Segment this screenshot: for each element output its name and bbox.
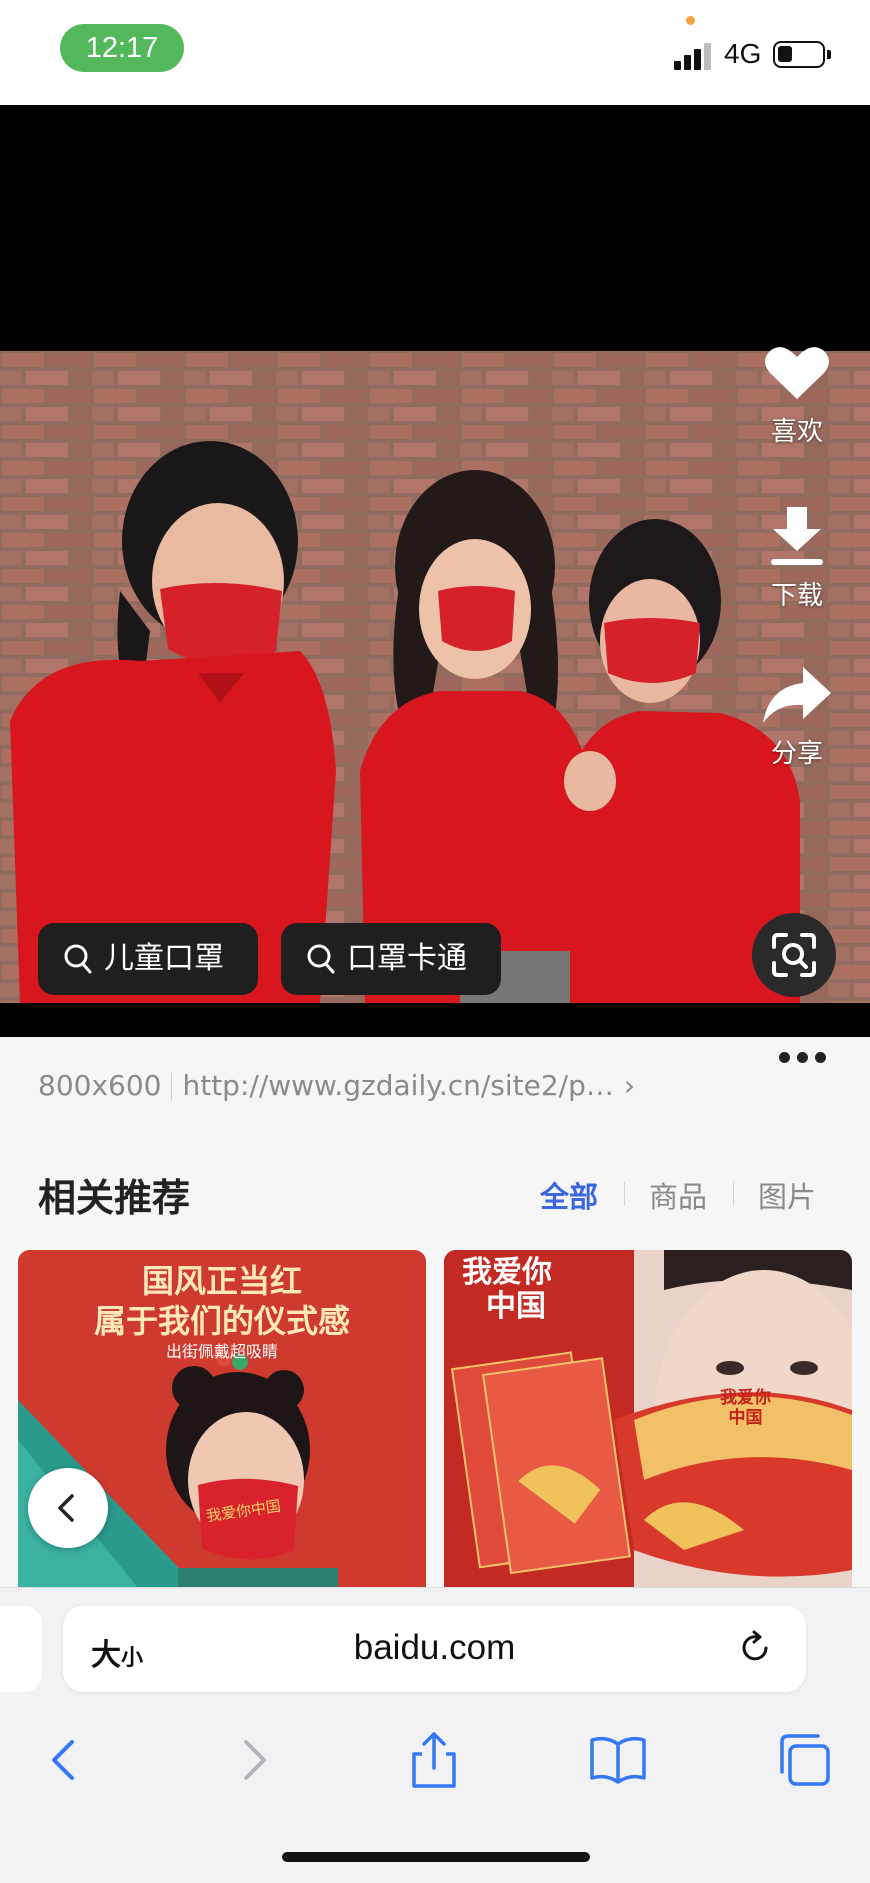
address-bar[interactable]: 大小 baidu.com (63, 1606, 806, 1692)
share-sheet-button[interactable] (402, 1728, 466, 1792)
tabs-button[interactable] (772, 1728, 836, 1792)
chevron-right-icon: › (623, 1069, 636, 1102)
privacy-indicator-dot (686, 16, 695, 25)
main-photo[interactable] (0, 351, 870, 1003)
status-time: 12:17 (60, 24, 184, 72)
share-button[interactable]: 分享 (757, 665, 837, 770)
image-dimensions: 800x600 (38, 1069, 162, 1102)
search-chip-kids-mask[interactable]: 儿童口罩 (38, 923, 258, 995)
download-label: 下载 (770, 581, 823, 611)
share-label: 分享 (770, 739, 823, 769)
card-corner-text-2: 中国 (486, 1289, 546, 1324)
address-domain: baidu.com (353, 1628, 516, 1667)
share-icon (763, 667, 831, 723)
back-button[interactable] (28, 1468, 108, 1548)
network-type: 4G (724, 38, 762, 69)
card-mask-text-1: 我爱你 (720, 1388, 771, 1408)
image-viewer: 喜欢 下载 分享 儿童口罩 口罩卡通 (0, 105, 870, 1037)
image-scan-icon (772, 933, 816, 977)
card-corner-text: 我爱你 中国 (462, 1256, 552, 1324)
status-bar: 12:17 4G (0, 0, 870, 105)
download-button[interactable]: 下载 (757, 505, 837, 612)
download-icon (771, 507, 823, 565)
card-subline: 出街佩戴超吸睛 (165, 1342, 278, 1361)
related-filter-tabs: 全部 商品 图片 (540, 1174, 840, 1214)
battery-icon (773, 41, 831, 68)
search-chip-cartoon-mask[interactable]: 口罩卡通 (281, 923, 501, 995)
previous-tab-peek[interactable] (0, 1606, 42, 1692)
home-indicator (282, 1852, 590, 1862)
filter-images[interactable]: 图片 (758, 1174, 816, 1216)
like-button[interactable]: 喜欢 (757, 343, 837, 448)
more-options-button[interactable] (779, 1052, 827, 1064)
signal-icon (674, 42, 712, 70)
search-chip-label: 儿童口罩 (104, 941, 224, 976)
card-mask-text: 我爱你 中国 (720, 1388, 771, 1428)
search-icon (307, 944, 335, 974)
related-card[interactable]: 我爱你 中国 我爱你 中国 (444, 1250, 852, 1588)
like-label: 喜欢 (770, 417, 823, 447)
card-headline-2: 属于我们的仪式感 (93, 1302, 350, 1340)
chevron-left-icon (58, 1494, 74, 1522)
related-title: 相关推荐 (38, 1176, 191, 1220)
image-scan-button[interactable] (752, 913, 836, 997)
filter-all[interactable]: 全部 (540, 1174, 598, 1216)
search-chip-label: 口罩卡通 (347, 941, 467, 976)
card-mask-text-2: 中国 (728, 1408, 763, 1428)
back-nav-button[interactable] (34, 1728, 98, 1792)
heart-icon (765, 347, 829, 399)
source-url[interactable]: http://www.gzdaily.cn/site2/p… (182, 1069, 613, 1102)
filter-products[interactable]: 商品 (649, 1174, 707, 1216)
image-info-panel: 800x600 http://www.gzdaily.cn/site2/p… › 相… (0, 1037, 870, 1588)
browser-toolbar: 大小 baidu.com (0, 1587, 870, 1883)
image-source-row[interactable]: 800x600 http://www.gzdaily.cn/site2/p… › (38, 1069, 635, 1102)
reload-icon[interactable] (735, 1628, 775, 1668)
card-corner-text-1: 我爱你 (462, 1255, 552, 1290)
search-icon (64, 944, 92, 974)
forward-nav-button[interactable] (220, 1728, 284, 1792)
bookmarks-button[interactable] (586, 1728, 650, 1792)
